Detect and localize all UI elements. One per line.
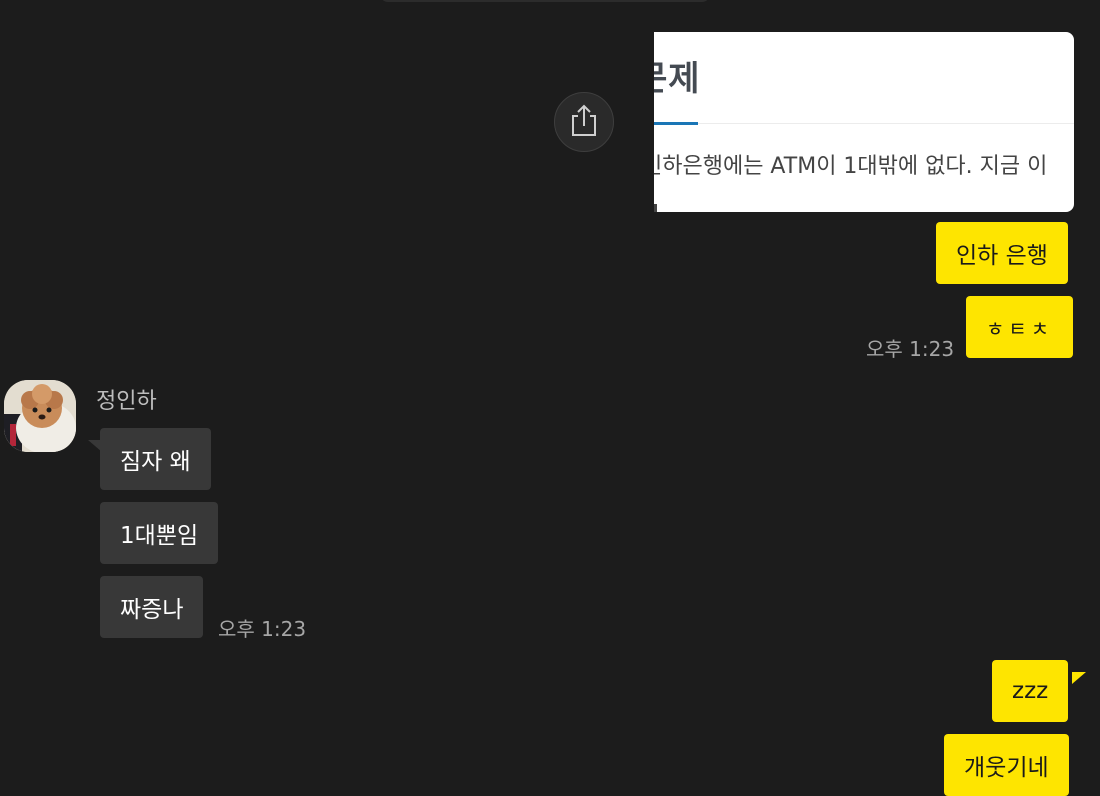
sent-message[interactable]: zzz: [992, 660, 1069, 722]
received-message[interactable]: 1대뿐임: [100, 502, 219, 564]
message-timestamp: 오후 1:23: [866, 337, 955, 361]
link-card-tab-underline: [654, 122, 698, 125]
message-timestamp: 오후 1:23: [218, 617, 307, 641]
sent-message[interactable]: ㅎㅌㅊ: [966, 296, 1074, 358]
link-card-fragment: [654, 204, 657, 212]
received-message[interactable]: 짜증나: [100, 576, 204, 638]
received-message[interactable]: 짐자 왜: [100, 428, 211, 490]
avatar[interactable]: [4, 380, 76, 452]
sent-message[interactable]: 인하 은행: [936, 222, 1068, 284]
link-card-text: 인하은행에는 ATM이 1대밖에 없다. 지금 이: [654, 154, 1048, 179]
share-button[interactable]: [554, 92, 614, 152]
sender-name: 정인하: [96, 389, 157, 414]
link-card-title: 문제: [654, 59, 701, 99]
bubble-tail: [1072, 672, 1086, 684]
link-card-divider: [698, 123, 1074, 124]
top-pill-indicator: [380, 0, 710, 2]
link-preview-card[interactable]: 문제 인하은행에는 ATM이 1대밖에 없다. 지금 이: [654, 32, 1074, 212]
share-icon: [569, 103, 599, 141]
sent-message[interactable]: 개웃기네: [944, 734, 1069, 796]
